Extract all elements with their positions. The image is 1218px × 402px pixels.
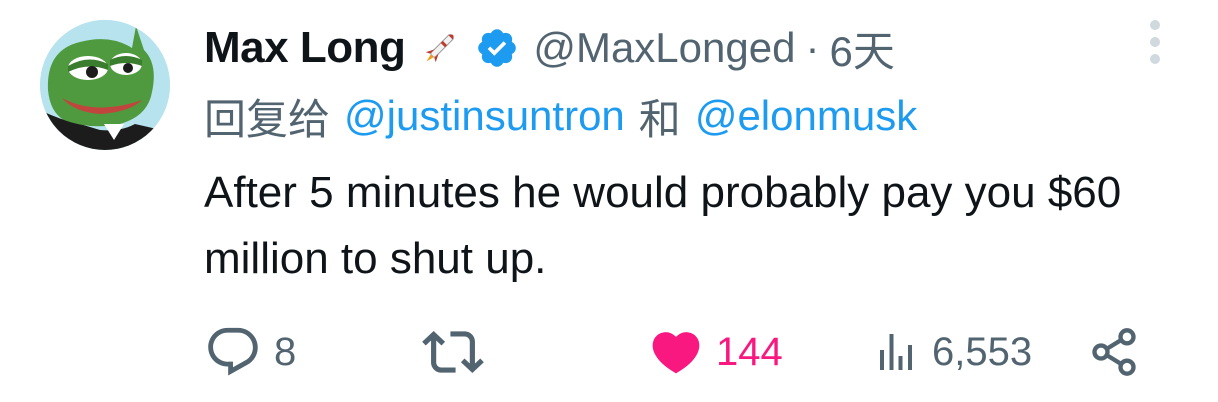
reply-mention-1[interactable]: @justinsuntron <box>344 92 625 140</box>
reply-mention-2[interactable]: @elonmusk <box>695 92 917 140</box>
author-handle[interactable]: @MaxLonged <box>533 24 795 72</box>
reply-joiner: 和 <box>638 95 681 143</box>
reply-context: 回复给 @justinsuntron 和 @elonmusk <box>204 88 917 144</box>
retweet-button[interactable] <box>422 322 496 382</box>
like-count: 144 <box>716 329 783 374</box>
more-options-icon[interactable] <box>1146 20 1164 64</box>
separator-dot: · <box>805 24 820 71</box>
action-bar: 8 144 6,553 <box>204 322 1164 382</box>
reply-count: 8 <box>274 329 297 374</box>
share-icon <box>1092 328 1136 376</box>
reply-prefix: 回复给 <box>204 95 331 143</box>
rocket-icon <box>419 27 461 69</box>
author-name[interactable]: Max Long <box>204 23 406 73</box>
reply-button[interactable]: 8 <box>204 322 296 382</box>
tweet-text: After 5 minutes he would probably pay yo… <box>204 168 1122 283</box>
views-button[interactable]: 6,553 <box>872 322 1032 382</box>
reply-icon <box>208 327 258 376</box>
share-button[interactable] <box>1088 322 1140 382</box>
verified-icon <box>475 26 519 70</box>
heart-filled-icon <box>652 332 700 374</box>
timestamp[interactable]: 6天 <box>829 18 894 79</box>
avatar[interactable] <box>40 20 170 150</box>
pepe-avatar-icon <box>40 20 170 150</box>
retweet-icon <box>422 331 484 373</box>
like-button[interactable]: 144 <box>648 322 783 382</box>
views-bar-chart-icon <box>880 334 912 370</box>
views-count: 6,553 <box>932 329 1033 374</box>
